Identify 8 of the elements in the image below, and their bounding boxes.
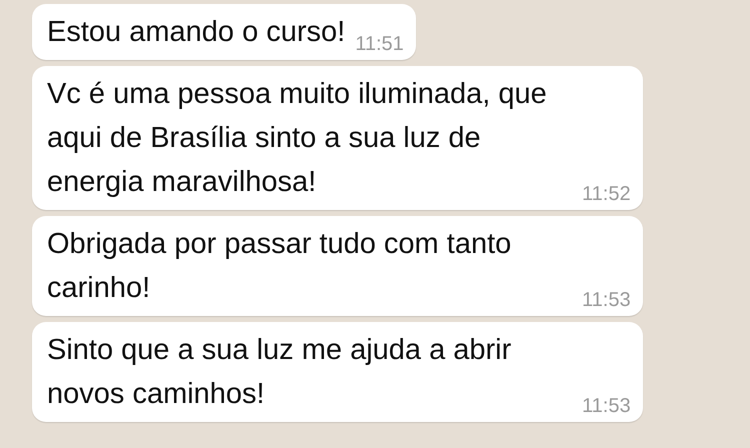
message-time: 11:52	[582, 182, 631, 206]
message-time: 11:53	[582, 288, 631, 312]
message-time: 11:53	[582, 394, 631, 418]
message-text: Estou amando o curso!	[47, 15, 346, 50]
message-time: 11:51	[355, 32, 404, 56]
message-text: Obrigada por passar tudo com tanto carinho!	[47, 227, 512, 306]
message-text: Vc é uma pessoa muito iluminada, que aqui de Brasília sinto a sua luz de energia maravilhosa!	[47, 77, 548, 200]
message-text: Sinto que a sua luz me ajuda a abrir novos caminhos!	[47, 333, 512, 412]
